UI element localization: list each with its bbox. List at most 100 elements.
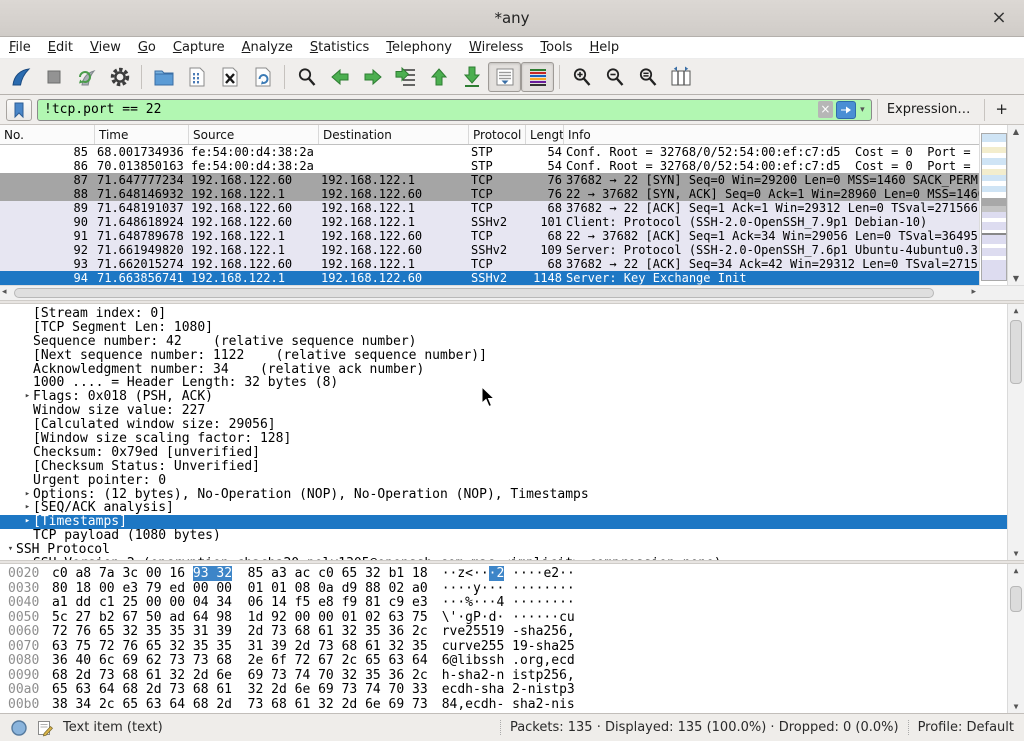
hex-row[interactable]: 007063 75 72 76 65 32 35 35 31 39 2d 73 … — [0, 640, 1024, 655]
packet-list-hscrollbar[interactable]: ◂ ▸ — [0, 285, 1024, 300]
collapsed-arrow-icon[interactable]: ▸ — [22, 488, 33, 502]
packet-row-92[interactable]: 9271.661949820192.168.122.1192.168.122.6… — [0, 243, 1024, 257]
hex-row[interactable]: 0040a1 dd c1 25 00 00 04 34 06 14 f5 e8 … — [0, 596, 1024, 611]
expression-button[interactable]: Expression… — [877, 99, 980, 121]
find-packet-button[interactable] — [290, 62, 323, 92]
details-vscrollbar[interactable]: ▲ ▼ — [1007, 304, 1024, 560]
hex-row[interactable]: 008036 40 6c 69 62 73 73 68 2e 6f 72 67 … — [0, 654, 1024, 669]
col-header-no[interactable]: No. — [0, 125, 95, 144]
detail-line[interactable]: [Checksum Status: Unverified] — [0, 460, 1024, 474]
start-capture-button[interactable] — [4, 62, 37, 92]
collapsed-arrow-icon[interactable]: ▸ — [22, 501, 33, 515]
filter-history-caret[interactable]: ▾ — [856, 105, 869, 115]
menu-wireless[interactable]: Wireless — [469, 40, 523, 55]
col-header-info[interactable]: Info — [564, 125, 1024, 144]
detail-line[interactable]: [Window size scaling factor: 128] — [0, 432, 1024, 446]
collapsed-arrow-icon[interactable]: ▸ — [22, 557, 33, 560]
capture-comment-icon[interactable] — [37, 719, 54, 737]
zoom-in-button[interactable] — [565, 62, 598, 92]
packet-row-88[interactable]: 8871.648146932192.168.122.1192.168.122.6… — [0, 187, 1024, 201]
col-header-destination[interactable]: Destination — [319, 125, 469, 144]
menu-help[interactable]: Help — [589, 40, 619, 55]
zoom-reset-button[interactable] — [631, 62, 664, 92]
hex-row[interactable]: 0020c0 a8 7a 3c 00 16 93 32 85 a3 ac c0 … — [0, 567, 1024, 582]
menu-tools[interactable]: Tools — [540, 40, 572, 55]
open-file-button[interactable] — [147, 62, 180, 92]
detail-line[interactable]: [Calculated window size: 29056] — [0, 418, 1024, 432]
menu-edit[interactable]: Edit — [48, 40, 73, 55]
packet-row-91[interactable]: 9171.648789678192.168.122.1192.168.122.6… — [0, 229, 1024, 243]
packet-row-87[interactable]: 8771.647777234192.168.122.60192.168.122.… — [0, 173, 1024, 187]
detail-line-timestamps-selected[interactable]: ▸[Timestamps] — [0, 515, 1024, 529]
menu-statistics[interactable]: Statistics — [310, 40, 369, 55]
col-header-length[interactable]: Length — [526, 125, 564, 144]
scroll-left-arrow-icon[interactable]: ◂ — [2, 287, 7, 297]
detail-line[interactable]: TCP payload (1080 bytes) — [0, 529, 1024, 543]
menu-view[interactable]: View — [90, 40, 121, 55]
auto-scroll-button[interactable] — [488, 62, 521, 92]
scroll-down-arrow-icon[interactable]: ▼ — [1008, 702, 1024, 711]
detail-line[interactable]: Sequence number: 42 (relative sequence n… — [0, 335, 1024, 349]
go-back-button[interactable] — [323, 62, 356, 92]
expanded-arrow-icon[interactable]: ▾ — [5, 543, 16, 557]
capture-options-button[interactable] — [103, 62, 136, 92]
zoom-out-button[interactable] — [598, 62, 631, 92]
scroll-down-arrow-icon[interactable]: ▼ — [1008, 274, 1024, 283]
packet-row-89[interactable]: 8971.648191037192.168.122.60192.168.122.… — [0, 201, 1024, 215]
detail-line-flags[interactable]: ▸Flags: 0x018 (PSH, ACK) — [0, 390, 1024, 404]
scroll-up-arrow-icon[interactable]: ▲ — [1008, 127, 1024, 136]
packet-row-93[interactable]: 9371.662015274192.168.122.60192.168.122.… — [0, 257, 1024, 271]
resize-columns-button[interactable] — [664, 62, 697, 92]
menu-file[interactable]: File — [9, 40, 31, 55]
menu-telephony[interactable]: Telephony — [386, 40, 452, 55]
col-header-time[interactable]: Time — [95, 125, 189, 144]
close-file-button[interactable] — [213, 62, 246, 92]
packet-row-86[interactable]: 8670.013850163fe:54:00:d4:38:2aSTP54Conf… — [0, 159, 1024, 173]
reload-file-button[interactable] — [246, 62, 279, 92]
hex-row[interactable]: 00505c 27 b2 67 50 ad 64 98 1d 92 00 00 … — [0, 611, 1024, 626]
hscroll-thumb[interactable] — [14, 288, 934, 298]
hex-row[interactable]: 00a065 63 64 68 2d 73 68 61 32 2d 6e 69 … — [0, 683, 1024, 698]
restart-capture-button[interactable] — [70, 62, 103, 92]
collapsed-arrow-icon[interactable]: ▸ — [22, 390, 33, 404]
detail-line[interactable]: Checksum: 0x79ed [unverified] — [0, 446, 1024, 460]
expert-info-icon[interactable] — [10, 719, 28, 737]
detail-line-ssh-version[interactable]: ▸SSH Version 2 (encryption:chacha20-poly… — [0, 557, 1024, 560]
detail-line[interactable]: [Next sequence number: 1122 (relative se… — [0, 349, 1024, 363]
go-last-button[interactable] — [455, 62, 488, 92]
detail-line[interactable]: Acknowledgment number: 34 (relative ack … — [0, 363, 1024, 377]
detail-line[interactable]: [TCP Segment Len: 1080] — [0, 321, 1024, 335]
display-filter-input[interactable] — [38, 101, 818, 119]
filter-add-button[interactable]: + — [984, 99, 1018, 121]
detail-line-ssh-protocol[interactable]: ▾SSH Protocol — [0, 543, 1024, 557]
stop-capture-button[interactable] — [37, 62, 70, 92]
vscroll-thumb[interactable] — [1010, 586, 1022, 612]
detail-line-seq-ack[interactable]: ▸[SEQ/ACK analysis] — [0, 501, 1024, 515]
go-forward-button[interactable] — [356, 62, 389, 92]
filter-bookmark-button[interactable] — [6, 99, 32, 121]
save-file-button[interactable] — [180, 62, 213, 92]
detail-line[interactable]: Urgent pointer: 0 — [0, 474, 1024, 488]
scroll-down-arrow-icon[interactable]: ▼ — [1008, 549, 1024, 558]
colorize-button[interactable] — [521, 62, 554, 92]
packet-row-90[interactable]: 9071.648618924192.168.122.60192.168.122.… — [0, 215, 1024, 229]
col-header-source[interactable]: Source — [189, 125, 319, 144]
detail-line[interactable]: Window size value: 227 — [0, 404, 1024, 418]
hex-row[interactable]: 006072 76 65 32 35 35 31 39 2d 73 68 61 … — [0, 625, 1024, 640]
detail-line[interactable]: [Stream index: 0] — [0, 307, 1024, 321]
col-header-protocol[interactable]: Protocol — [469, 125, 526, 144]
filter-clear-button[interactable]: × — [818, 101, 833, 118]
detail-line-options[interactable]: ▸Options: (12 bytes), No-Operation (NOP)… — [0, 488, 1024, 502]
scroll-up-arrow-icon[interactable]: ▲ — [1008, 306, 1024, 315]
detail-line[interactable]: 1000 .... = Header Length: 32 bytes (8) — [0, 376, 1024, 390]
go-to-packet-button[interactable] — [389, 62, 422, 92]
vscroll-thumb[interactable] — [1010, 320, 1022, 384]
go-first-button[interactable] — [422, 62, 455, 92]
hex-row[interactable]: 009068 2d 73 68 61 32 2d 6e 69 73 74 70 … — [0, 669, 1024, 684]
vscroll-track[interactable]: ▲ ▼ — [1007, 125, 1024, 285]
packet-row-85[interactable]: 8568.001734936fe:54:00:d4:38:2aSTP54Conf… — [0, 145, 1024, 159]
collapsed-arrow-icon[interactable]: ▸ — [22, 515, 33, 529]
hex-row[interactable]: 003080 18 00 e3 79 ed 00 00 01 01 08 0a … — [0, 582, 1024, 597]
close-window-button[interactable]: × — [988, 7, 1010, 29]
intelligent-scrollbar-minimap[interactable] — [981, 133, 1007, 281]
